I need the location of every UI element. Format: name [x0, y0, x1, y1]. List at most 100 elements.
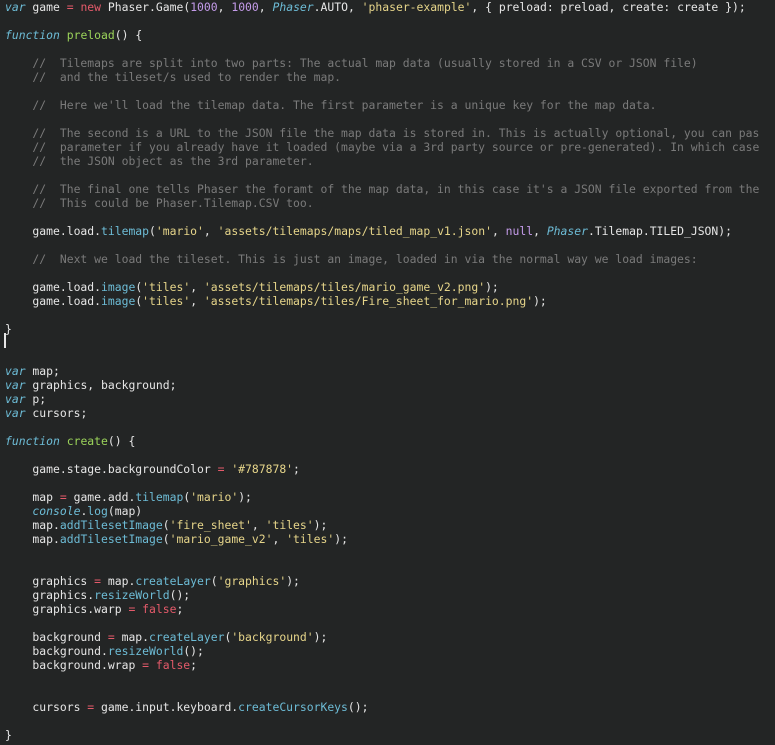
code-token: ();	[183, 644, 204, 658]
code-token: // The second is a URL to the JSON file …	[5, 126, 760, 140]
code-token: Phaser	[272, 0, 314, 14]
code-token: game	[25, 0, 67, 14]
code-token: =	[142, 658, 150, 672]
code-line[interactable]: graphics.warp = false;	[5, 602, 183, 616]
code-line[interactable]: // and the tileset/s used to render the …	[5, 70, 341, 84]
code-token: ,	[190, 294, 204, 308]
code-token: =	[59, 490, 67, 504]
code-line[interactable]: // This could be Phaser.Tilemap.CSV too.	[5, 196, 314, 210]
code-line[interactable]: background.resizeWorld();	[5, 644, 204, 658]
code-token: ,	[217, 0, 232, 14]
code-token: map	[5, 490, 60, 504]
code-token: map.	[101, 574, 136, 588]
code-token: resizeWorld	[107, 644, 184, 658]
code-token: image	[101, 280, 136, 294]
code-token: (	[149, 224, 156, 238]
code-line[interactable]: // parameter if you already have it load…	[5, 140, 759, 154]
code-token: tilemap	[101, 224, 150, 238]
code-line[interactable]: function preload() {	[5, 28, 142, 42]
code-token: // The final one tells Phaser the foramt…	[5, 182, 760, 196]
code-line[interactable]: background = map.createLayer('background…	[5, 630, 327, 644]
code-line[interactable]: game.load.tilemap('mario', 'assets/tilem…	[5, 224, 732, 238]
code-token: );	[313, 630, 328, 644]
code-token: game.stage.backgroundColor	[5, 462, 218, 476]
code-token: // Here we'll load the tilemap data. The…	[5, 98, 657, 112]
code-token: ,	[491, 224, 506, 238]
code-line[interactable]: game.load.image('tiles', 'assets/tilemap…	[5, 280, 498, 294]
code-token: () {	[114, 28, 143, 42]
code-token: null	[505, 224, 534, 238]
code-token: cursors;	[25, 406, 88, 420]
code-token: ,	[533, 224, 547, 238]
code-token: );	[313, 518, 328, 532]
code-line[interactable]: game.stage.backgroundColor = '#787878';	[5, 462, 299, 476]
code-token: ,	[272, 532, 287, 546]
code-line[interactable]: function create() {	[5, 434, 135, 448]
code-token: 'phaser-example'	[361, 0, 472, 14]
code-line[interactable]: var map;	[5, 364, 60, 378]
code-line[interactable]: var cursors;	[5, 406, 87, 420]
code-token: // parameter if you already have it load…	[5, 140, 760, 154]
code-token: ();	[347, 700, 369, 714]
code-token: addTilesetImage	[59, 532, 163, 546]
code-line[interactable]: background.wrap = false;	[5, 658, 197, 672]
code-token: (	[162, 532, 170, 546]
code-token: p;	[25, 392, 47, 406]
code-token: // This could be Phaser.Tilemap.CSV too.	[5, 196, 314, 210]
code-token: createLayer	[135, 574, 211, 588]
code-token: graphics, background;	[25, 378, 177, 392]
code-line[interactable]: // Tilemaps are split into two parts: Th…	[5, 56, 698, 70]
code-line[interactable]: console.log(map)	[5, 504, 142, 518]
code-token: // Next we load the tileset. This is jus…	[5, 252, 698, 266]
code-token: console	[5, 504, 81, 518]
code-token: game.load.	[5, 294, 102, 308]
code-token: addTilesetImage	[59, 518, 163, 532]
code-line[interactable]: }	[5, 322, 12, 336]
code-line[interactable]: // The second is a URL to the JSON file …	[5, 126, 759, 140]
code-line[interactable]: // the JSON object as the 3rd parameter.	[5, 154, 314, 168]
code-token: () {	[107, 434, 136, 448]
code-token: tilemap	[135, 490, 184, 504]
code-line[interactable]: graphics.resizeWorld();	[5, 588, 190, 602]
code-token: createCursorKeys	[238, 700, 348, 714]
code-line[interactable]: var graphics, background;	[5, 378, 176, 392]
code-token: graphics.	[5, 588, 95, 602]
code-token: (	[210, 574, 218, 588]
code-token: // the JSON object as the 3rd parameter.	[5, 154, 314, 168]
code-line[interactable]: // Here we'll load the tilemap data. The…	[5, 98, 657, 112]
code-token: var	[5, 0, 26, 14]
code-token: ();	[169, 588, 191, 602]
code-token: var	[5, 378, 26, 392]
code-token: new	[80, 0, 102, 14]
code-token: Phaser.Game(	[101, 0, 191, 14]
code-token: }	[5, 322, 12, 336]
code-token: Phaser	[546, 224, 588, 238]
code-line[interactable]: // Next we load the tileset. This is jus…	[5, 252, 698, 266]
code-token: create	[66, 434, 108, 448]
code-token: map.	[5, 532, 60, 546]
code-line[interactable]: var p;	[5, 392, 46, 406]
code-line[interactable]: }	[5, 728, 12, 742]
code-line[interactable]: var game = new Phaser.Game(1000, 1000, P…	[5, 0, 746, 14]
code-token: ,	[258, 0, 273, 14]
code-line[interactable]: game.load.image('tiles', 'assets/tilemap…	[5, 294, 546, 308]
code-token: =	[94, 574, 102, 588]
code-editor[interactable]: var game = new Phaser.Game(1000, 1000, P…	[0, 0, 775, 745]
code-line[interactable]: graphics = map.createLayer('graphics');	[5, 574, 300, 588]
code-token: );	[286, 574, 300, 588]
code-line[interactable]: map.addTilesetImage('fire_sheet', 'tiles…	[5, 518, 327, 532]
code-token: preload	[66, 28, 115, 42]
code-token: game.load.	[5, 280, 102, 294]
code-token: , { preload: preload, create: create });	[471, 0, 746, 14]
code-token: // Tilemaps are split into two parts: Th…	[5, 56, 698, 70]
code-line[interactable]: map.addTilesetImage('mario_game_v2', 'ti…	[5, 532, 348, 546]
code-token: graphics	[5, 574, 95, 588]
code-token: 'background'	[231, 630, 314, 644]
code-line[interactable]: // The final one tells Phaser the foramt…	[5, 182, 759, 196]
code-token: false	[155, 658, 191, 672]
code-token: var	[5, 392, 26, 406]
code-line[interactable]: map = game.add.tilemap('mario');	[5, 490, 252, 504]
code-token: }	[5, 728, 12, 742]
code-line[interactable]: cursors = game.input.keyboard.createCurs…	[5, 700, 368, 714]
